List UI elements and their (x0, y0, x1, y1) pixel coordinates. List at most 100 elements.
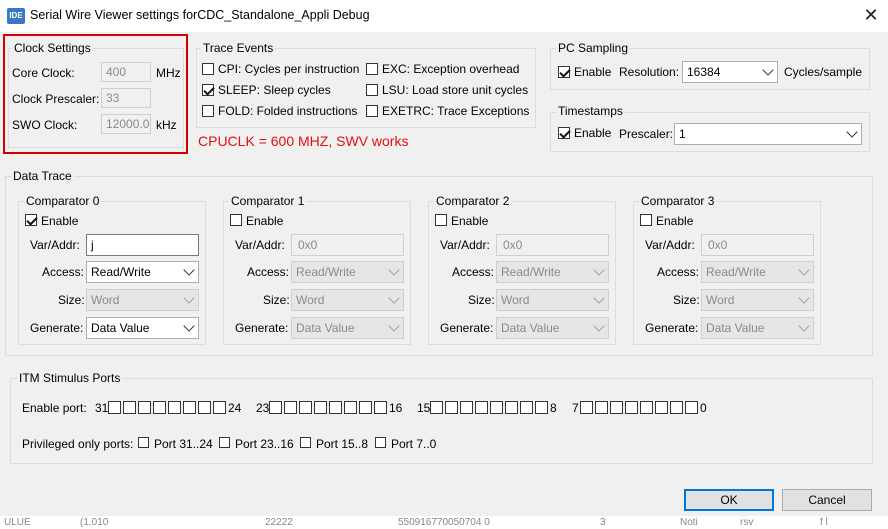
comparator-0-size-select[interactable]: Word (86, 289, 199, 311)
itm-port-checkbox[interactable] (299, 401, 312, 414)
comparator-3-varaddr-input[interactable]: 0x0 (701, 234, 814, 256)
comparator-3-access-select[interactable]: Read/Write (701, 261, 814, 283)
comparator-2-generate-select[interactable]: Data Value (496, 317, 609, 339)
itm-port-checkbox[interactable] (213, 401, 226, 414)
resolution-value: 16384 (687, 65, 721, 79)
chevron-down-icon (798, 264, 810, 276)
itm-stimulus-group (10, 378, 873, 464)
privileged-port-23-16-checkbox[interactable] (219, 437, 230, 448)
comparator-2-generate-value: Data Value (501, 321, 560, 335)
cpi-checkbox[interactable] (202, 63, 214, 75)
core-clock-field[interactable]: 400 (101, 62, 151, 82)
comparator-1-varaddr-label: Var/Addr: (235, 238, 285, 252)
itm-port-checkbox[interactable] (640, 401, 653, 414)
itm-port-checkbox[interactable] (168, 401, 181, 414)
comparator-2-access-select[interactable]: Read/Write (496, 261, 609, 283)
timestamps-prescaler-label: Prescaler: (619, 127, 674, 141)
itm-port-checkbox[interactable] (108, 401, 121, 414)
data-trace-title: Data Trace (11, 169, 74, 183)
itm-group-0-start: 31 (95, 401, 109, 415)
itm-port-checkbox[interactable] (153, 401, 166, 414)
comparator-2-enable-checkbox[interactable] (435, 214, 447, 226)
itm-port-checkbox[interactable] (580, 401, 593, 414)
itm-port-checkbox[interactable] (138, 401, 151, 414)
comparator-3-enable-checkbox[interactable] (640, 214, 652, 226)
itm-port-checkbox[interactable] (198, 401, 211, 414)
clock-prescaler-field[interactable]: 33 (101, 88, 151, 108)
comparator-0-enable-checkbox[interactable] (25, 214, 37, 226)
itm-port-checkbox[interactable] (183, 401, 196, 414)
itm-port-checkbox[interactable] (685, 401, 698, 414)
itm-port-checkbox[interactable] (625, 401, 638, 414)
itm-port-checkbox[interactable] (610, 401, 623, 414)
chevron-down-icon (593, 292, 605, 304)
privileged-port-7-0-checkbox[interactable] (375, 437, 386, 448)
comparator-0-varaddr-input[interactable]: j (86, 234, 199, 256)
comparator-3-generate-select[interactable]: Data Value (701, 317, 814, 339)
ide-app-icon: IDE (7, 8, 25, 24)
privileged-port-31-24-checkbox[interactable] (138, 437, 149, 448)
itm-port-checkbox[interactable] (269, 401, 282, 414)
cancel-button[interactable]: Cancel (782, 489, 872, 511)
itm-port-checkbox[interactable] (374, 401, 387, 414)
itm-group-3-ports (580, 401, 698, 414)
itm-port-checkbox[interactable] (430, 401, 443, 414)
resolution-select[interactable]: 16384 (682, 61, 778, 83)
comparator-3-varaddr-label: Var/Addr: (645, 238, 695, 252)
comparator-0-access-select[interactable]: Read/Write (86, 261, 199, 283)
comparator-0-generate-select[interactable]: Data Value (86, 317, 199, 339)
timestamps-enable-checkbox[interactable] (558, 127, 570, 139)
ok-button[interactable]: OK (684, 489, 774, 511)
itm-port-checkbox[interactable] (595, 401, 608, 414)
itm-port-checkbox[interactable] (344, 401, 357, 414)
itm-port-checkbox[interactable] (670, 401, 683, 414)
timestamps-title: Timestamps (556, 104, 625, 118)
itm-port-checkbox[interactable] (655, 401, 668, 414)
itm-stimulus-title: ITM Stimulus Ports (17, 371, 123, 385)
itm-port-checkbox[interactable] (490, 401, 503, 414)
itm-group-2-end: 8 (550, 401, 557, 415)
timestamps-enable-label: Enable (574, 126, 612, 140)
sleep-label: SLEEP: Sleep cycles (218, 83, 331, 97)
lsu-checkbox[interactable] (366, 84, 378, 96)
comparator-2-size-select[interactable]: Word (496, 289, 609, 311)
comparator-3-size-select[interactable]: Word (701, 289, 814, 311)
itm-port-checkbox[interactable] (284, 401, 297, 414)
fold-checkbox[interactable] (202, 105, 214, 117)
itm-port-checkbox[interactable] (535, 401, 548, 414)
timestamps-prescaler-value: 1 (679, 127, 686, 141)
comparator-1-access-select[interactable]: Read/Write (291, 261, 404, 283)
itm-port-checkbox[interactable] (329, 401, 342, 414)
comparator-0-enable-label: Enable (41, 214, 79, 228)
strip-cell: 3 (600, 517, 606, 528)
itm-group-2-start: 15 (417, 401, 431, 415)
comparator-1-title: Comparator 1 (229, 194, 307, 208)
pc-sampling-enable-checkbox[interactable] (558, 66, 570, 78)
close-icon[interactable]: ✕ (858, 3, 884, 27)
exetrc-label: EXETRC: Trace Exceptions (382, 104, 530, 118)
itm-port-checkbox[interactable] (505, 401, 518, 414)
itm-port-checkbox[interactable] (460, 401, 473, 414)
exetrc-checkbox[interactable] (366, 105, 378, 117)
privileged-port-15-8-checkbox[interactable] (300, 437, 311, 448)
exc-checkbox[interactable] (366, 63, 378, 75)
itm-port-checkbox[interactable] (359, 401, 372, 414)
comparator-1-varaddr-input[interactable]: 0x0 (291, 234, 404, 256)
sleep-checkbox[interactable] (202, 84, 214, 96)
comparator-2-varaddr-input[interactable]: 0x0 (496, 234, 609, 256)
comparator-1-generate-label: Generate: (235, 321, 289, 335)
chevron-down-icon (183, 292, 195, 304)
itm-group-1-start: 23 (256, 401, 270, 415)
comparator-1-size-select[interactable]: Word (291, 289, 404, 311)
chevron-down-icon (183, 264, 195, 276)
comparator-1-generate-select[interactable]: Data Value (291, 317, 404, 339)
itm-port-checkbox[interactable] (314, 401, 327, 414)
timestamps-prescaler-select[interactable]: 1 (674, 123, 862, 145)
itm-port-checkbox[interactable] (475, 401, 488, 414)
swo-clock-field[interactable]: 12000.0 (101, 114, 151, 134)
itm-port-checkbox[interactable] (123, 401, 136, 414)
chevron-down-icon (388, 292, 400, 304)
comparator-1-enable-checkbox[interactable] (230, 214, 242, 226)
itm-port-checkbox[interactable] (520, 401, 533, 414)
itm-port-checkbox[interactable] (445, 401, 458, 414)
